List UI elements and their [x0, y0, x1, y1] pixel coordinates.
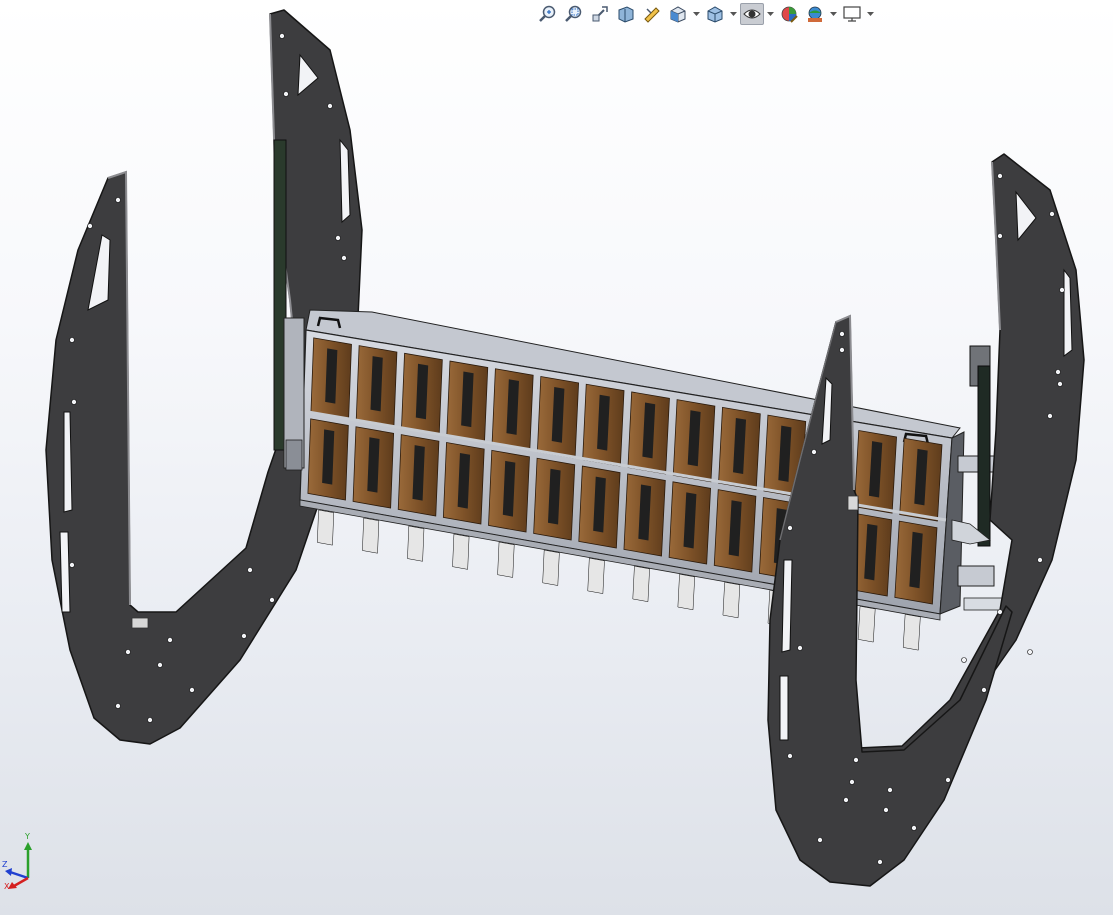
module-strap: [370, 356, 383, 412]
zoom-to-fit-button[interactable]: [536, 3, 560, 25]
triad-y-label: Y: [25, 832, 30, 841]
display-style-icon: [707, 6, 723, 23]
module-connector: [722, 581, 741, 619]
chevron-down-icon: [730, 12, 737, 16]
module-connector: [587, 557, 605, 594]
module-strap: [325, 348, 338, 404]
chevron-down-icon: [830, 12, 837, 16]
module-connector: [452, 533, 470, 570]
edit-appearance-icon: [781, 6, 798, 23]
dynamic-annotation-icon: [644, 7, 660, 23]
module-connector: [497, 541, 515, 578]
monitor-icon: [843, 6, 861, 22]
hide-show-items-button[interactable]: [740, 3, 764, 25]
zoom-to-fit-icon: [539, 5, 556, 22]
view-settings-button[interactable]: [840, 3, 864, 25]
eye-icon: [743, 9, 761, 19]
module-strap: [322, 429, 335, 485]
chevron-down-icon: [867, 12, 874, 16]
apply-scene-button[interactable]: [803, 3, 827, 25]
dynamic-annotation-button[interactable]: [640, 3, 664, 25]
module-connector: [542, 549, 560, 586]
section-view-icon: [618, 6, 634, 23]
apply-scene-icon: [808, 6, 822, 22]
zoom-to-area-button[interactable]: [562, 3, 586, 25]
triad-axes: [5, 842, 32, 889]
module-connector: [362, 517, 380, 554]
display-style-button[interactable]: [703, 3, 727, 25]
chevron-down-icon: [693, 12, 700, 16]
chevron-down-icon: [767, 12, 774, 16]
view-orientation-button[interactable]: [666, 3, 690, 25]
section-view-button[interactable]: [614, 3, 638, 25]
module-connector: [632, 565, 650, 602]
triad-z-label: Z: [2, 860, 8, 869]
module-strap: [367, 437, 380, 493]
module-connector: [902, 613, 921, 651]
module-connector: [857, 605, 876, 643]
previous-view-button[interactable]: [588, 3, 612, 25]
edit-appearance-button[interactable]: [777, 3, 801, 25]
cad-model-view[interactable]: [0, 0, 1113, 915]
heads-up-view-toolbar: [536, 2, 875, 26]
graphics-area[interactable]: [0, 0, 1113, 915]
triad-x-label: X: [4, 882, 10, 891]
previous-view-icon: [592, 6, 608, 22]
zoom-to-area-icon: [565, 5, 582, 22]
display-style-dropdown[interactable]: [729, 3, 738, 25]
apply-scene-dropdown[interactable]: [829, 3, 838, 25]
hide-show-items-dropdown[interactable]: [766, 3, 775, 25]
module-connector: [317, 509, 334, 546]
view-orientation-dropdown[interactable]: [692, 3, 701, 25]
reference-triad: Y Z X: [2, 832, 46, 892]
view-settings-dropdown[interactable]: [866, 3, 875, 25]
battery-frame: [283, 309, 965, 651]
module-connector: [407, 525, 425, 562]
module-connector: [677, 573, 695, 611]
view-orientation-icon: [670, 6, 686, 23]
